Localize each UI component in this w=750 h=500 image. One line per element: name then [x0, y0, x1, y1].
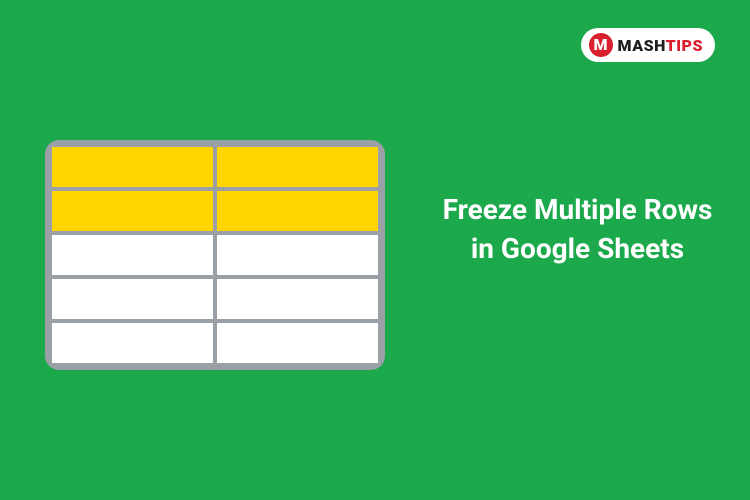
- cell-r5-c2: [217, 323, 378, 363]
- cell-r3-c1: [52, 235, 213, 275]
- cell-r1-c1-frozen: [52, 147, 213, 187]
- cell-r5-c1: [52, 323, 213, 363]
- logo-mark-icon: M: [589, 33, 613, 57]
- cell-r4-c1: [52, 279, 213, 319]
- spreadsheet-illustration: [45, 140, 385, 370]
- cell-r1-c2-frozen: [217, 147, 378, 187]
- brand-suffix: TIPS: [666, 36, 703, 55]
- spreadsheet-grid: [52, 147, 378, 363]
- cell-r3-c2: [217, 235, 378, 275]
- brand-prefix: MASH: [618, 36, 666, 55]
- brand-logo-text: MASHTIPS: [618, 36, 703, 55]
- cell-r2-c1-frozen: [52, 191, 213, 231]
- brand-logo-badge: M MASHTIPS: [581, 28, 715, 62]
- page-title: Freeze Multiple Rows in Google Sheets: [435, 190, 720, 268]
- cell-r2-c2-frozen: [217, 191, 378, 231]
- cell-r4-c2: [217, 279, 378, 319]
